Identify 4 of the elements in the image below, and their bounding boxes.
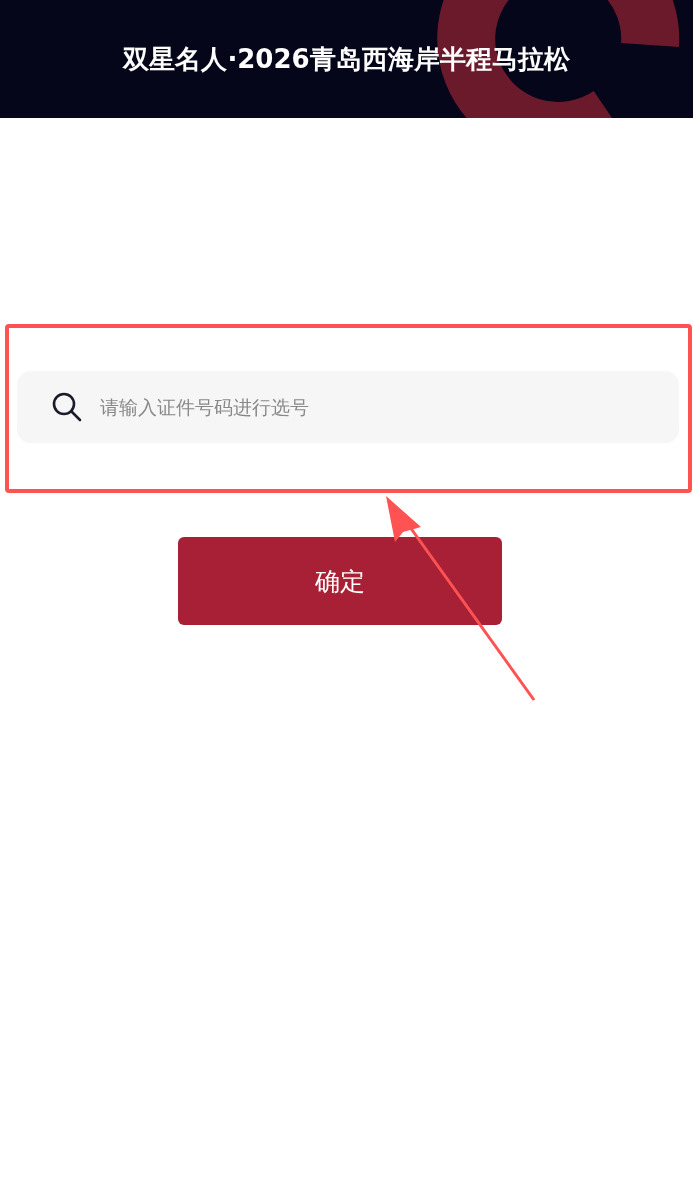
search-field[interactable]: 请输入证件号码进行选号 (17, 371, 679, 443)
search-icon (51, 391, 83, 423)
page-title: 双星名人·2026青岛西海岸半程马拉松 (123, 42, 570, 76)
confirm-button[interactable]: 确定 (177, 537, 502, 625)
